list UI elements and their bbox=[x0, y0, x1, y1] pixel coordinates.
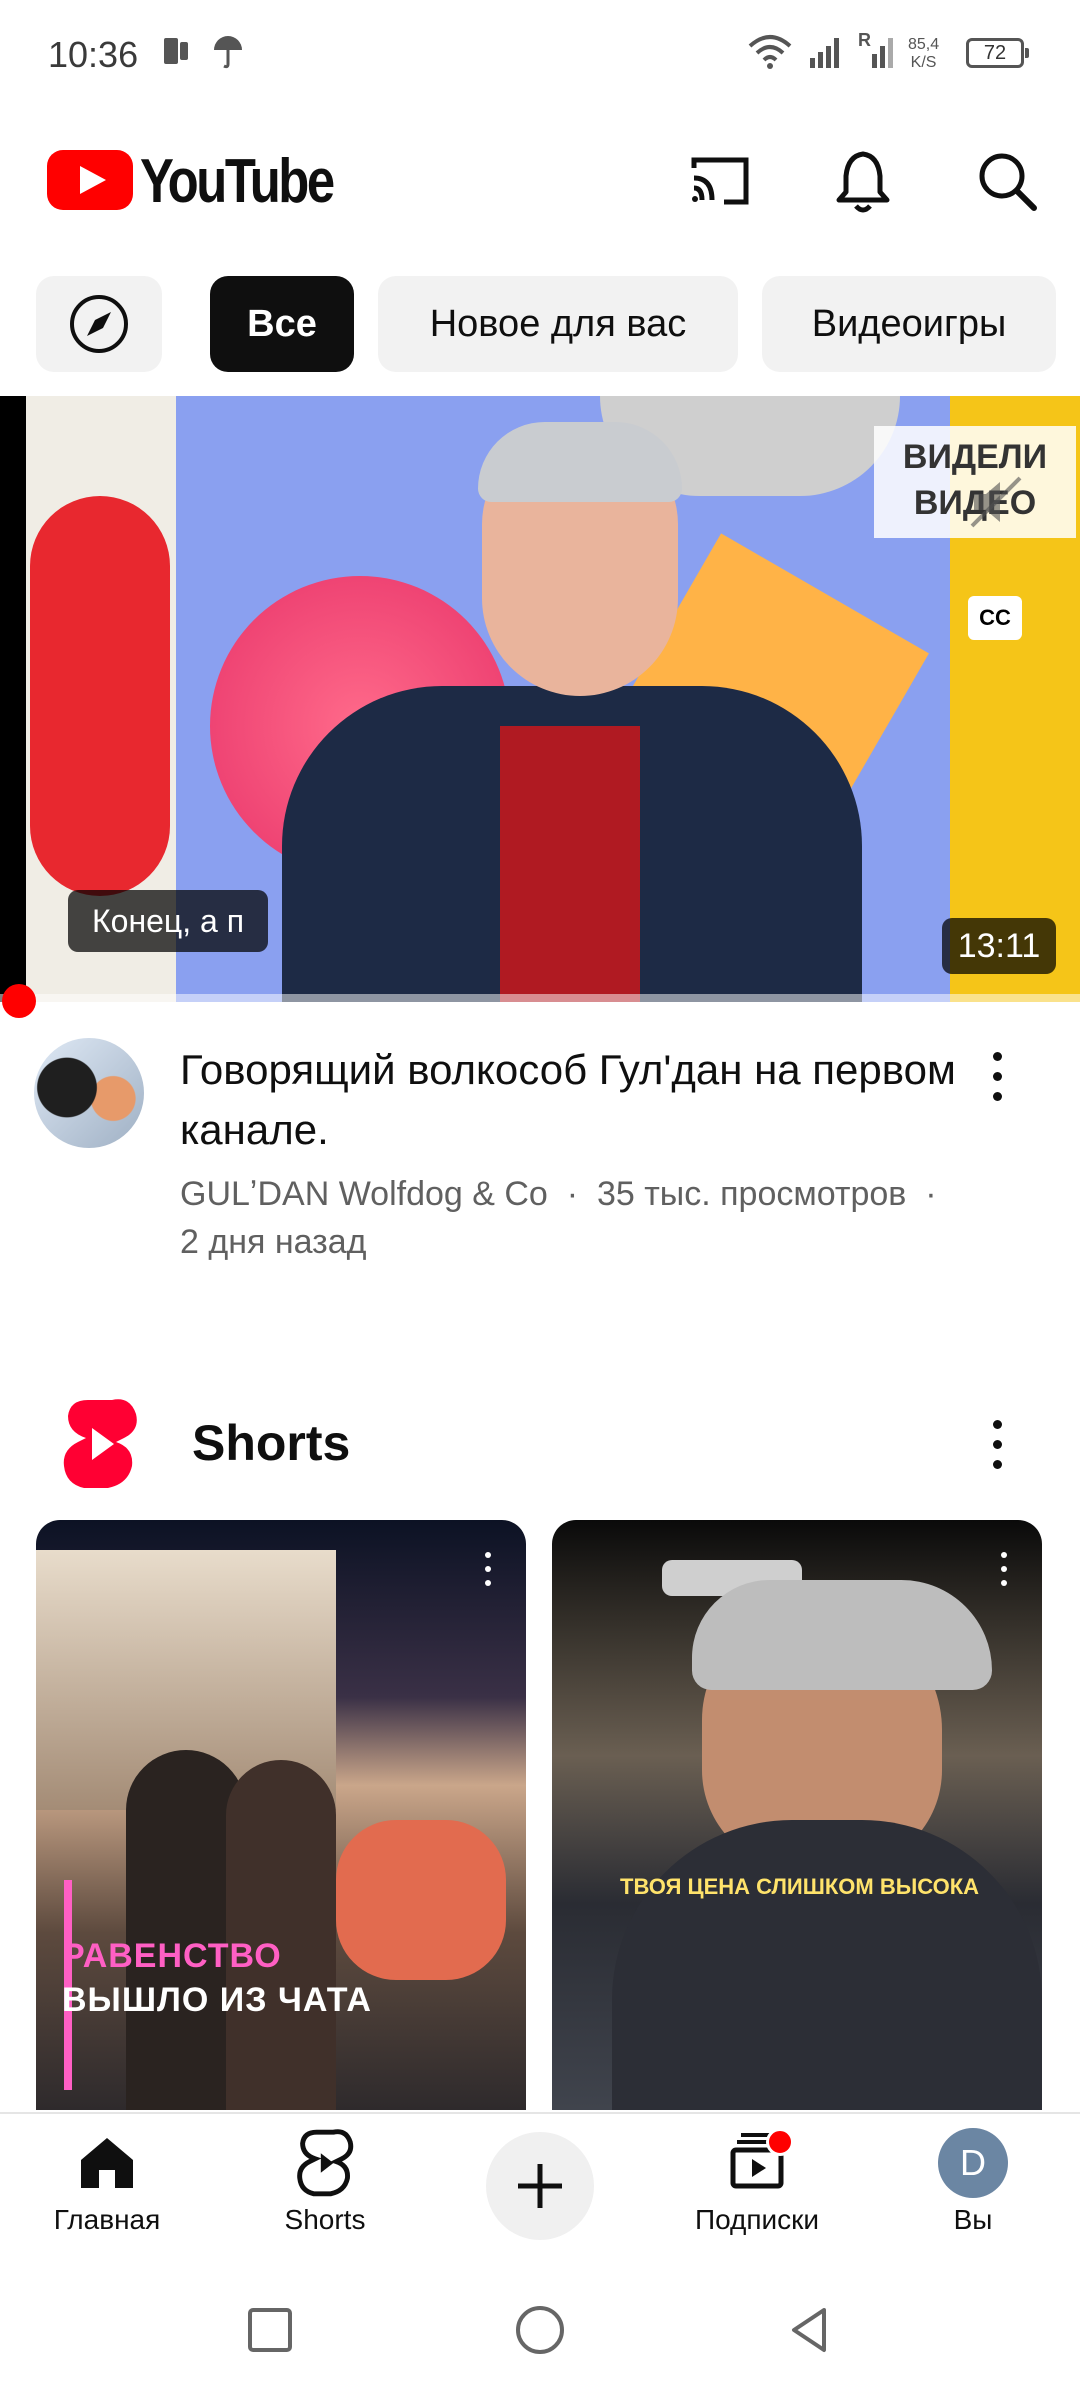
create-button[interactable] bbox=[486, 2132, 594, 2240]
short2-hair bbox=[692, 1580, 992, 1690]
short1-overlay-text: РАВЕНСТВО ВЫШЛО ИЗ ЧАТА bbox=[62, 1937, 372, 2019]
short2-more-icon[interactable] bbox=[996, 1550, 1012, 1590]
shorts-icon bbox=[297, 2129, 354, 2197]
nav-home[interactable]: Главная bbox=[22, 2124, 192, 2244]
meta-separator: · bbox=[557, 1175, 588, 1213]
video-caption: Конец, а п bbox=[68, 890, 268, 952]
umbrella-icon bbox=[214, 36, 242, 69]
video-metadata: GULʼDAN Wolfdog & Co · 35 тыс. просмотро… bbox=[180, 1170, 960, 1266]
nav-subscriptions[interactable]: Подписки bbox=[672, 2124, 842, 2244]
search-icon[interactable] bbox=[972, 146, 1042, 216]
signal-roaming-icon bbox=[872, 38, 893, 68]
explore-chip[interactable] bbox=[36, 276, 162, 372]
video-left-bar bbox=[0, 396, 26, 1002]
create-plus-icon bbox=[518, 2164, 562, 2208]
app-notification-icon bbox=[164, 38, 188, 64]
shorts-more-options-icon[interactable] bbox=[978, 1414, 1018, 1474]
cast-icon[interactable] bbox=[684, 146, 754, 216]
short2-overlay-text: ТВОЯ ЦЕНА СЛИШКОМ ВЫСОКА bbox=[620, 1874, 980, 1899]
video-title[interactable]: Говорящий волкособ Гул'дан на первом кан… bbox=[180, 1040, 960, 1160]
avatar[interactable]: D bbox=[938, 2128, 1008, 2198]
home-icon bbox=[81, 2138, 133, 2188]
network-speed: 85,4 K/S bbox=[908, 36, 940, 71]
video-duration: 13:11 bbox=[942, 918, 1056, 974]
view-count: 35 тыс. просмотров bbox=[596, 1175, 907, 1213]
signal-icon bbox=[810, 38, 839, 68]
presenter-shirt bbox=[500, 726, 640, 1002]
video-more-options-icon[interactable] bbox=[978, 1046, 1018, 1106]
youtube-logo-text[interactable]: YouTube bbox=[140, 146, 335, 217]
back-triangle-icon[interactable] bbox=[780, 2300, 840, 2360]
closed-captions-icon[interactable]: CC bbox=[968, 596, 1022, 640]
shorts-section-title: Shorts bbox=[192, 1415, 351, 1471]
progress-scrubber[interactable] bbox=[2, 984, 36, 1018]
notifications-bell-icon[interactable] bbox=[828, 146, 898, 216]
channel-avatar[interactable] bbox=[34, 1038, 144, 1148]
video-player[interactable]: ВИДЕЛИ ВИДЕО CC Конец, а п 13:11 bbox=[0, 396, 1080, 1002]
home-circle-icon[interactable] bbox=[510, 2300, 570, 2360]
wifi-icon bbox=[748, 35, 792, 69]
chip-videogames[interactable]: Видеоигры bbox=[762, 276, 1056, 372]
status-time: 10:36 bbox=[48, 34, 139, 75]
short1-more-icon[interactable] bbox=[480, 1550, 496, 1590]
explore-compass-icon bbox=[70, 295, 128, 353]
bg-red-circle bbox=[30, 496, 170, 896]
mute-icon[interactable] bbox=[966, 472, 1026, 532]
presenter-hair bbox=[478, 422, 682, 502]
battery-indicator: 72 bbox=[966, 38, 1029, 68]
new-content-badge bbox=[766, 2128, 794, 2156]
recent-apps-icon[interactable] bbox=[240, 2300, 300, 2360]
chip-new-for-you[interactable]: Новое для вас bbox=[378, 276, 738, 372]
short2-suit bbox=[612, 1820, 1042, 2110]
upload-age: 2 дня назад bbox=[180, 1223, 367, 1261]
nav-shorts[interactable]: Shorts bbox=[240, 2124, 410, 2244]
shorts-logo-icon bbox=[63, 1399, 137, 1488]
video-progress-bar[interactable] bbox=[0, 994, 1080, 1002]
short-card-2[interactable] bbox=[552, 1520, 1042, 2110]
chip-all[interactable]: Все bbox=[210, 276, 354, 372]
meta-separator: · bbox=[915, 1175, 937, 1213]
youtube-logo-icon[interactable] bbox=[47, 150, 133, 210]
channel-name[interactable]: GULʼDAN Wolfdog & Co bbox=[180, 1175, 548, 1213]
status-bar: 10:36 R 85,4 K/S 72 bbox=[0, 0, 1080, 100]
